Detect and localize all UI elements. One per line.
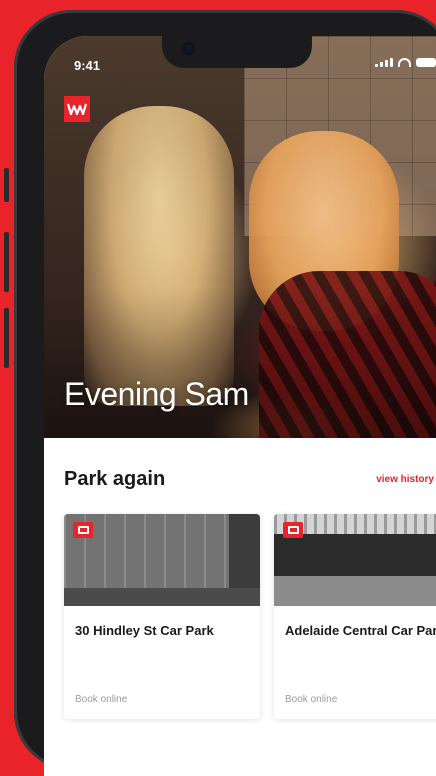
book-online-link[interactable]: Book online (75, 694, 127, 705)
car-park-photo (64, 514, 260, 606)
car-park-card[interactable]: 30 Hindley St Car Park Book online (64, 514, 260, 719)
parking-icon (73, 522, 93, 538)
signal-icon (375, 58, 393, 67)
status-time: 9:41 (74, 58, 101, 73)
view-history-link[interactable]: view history (376, 474, 434, 485)
logo-mark-icon (67, 103, 87, 116)
park-again-carousel[interactable]: 30 Hindley St Car Park Book online Adela… (64, 514, 436, 719)
side-button-volume-down (4, 308, 9, 368)
parking-icon (283, 522, 303, 538)
car-park-name: Adelaide Central Car Park (285, 623, 436, 638)
notch (162, 36, 312, 68)
side-button-volume-up (4, 232, 9, 292)
hero-shade (44, 288, 436, 438)
hero-image: 9:41 Evening Sam (44, 36, 436, 438)
car-park-card[interactable]: Adelaide Central Car Park Book online (274, 514, 436, 719)
status-icons (375, 58, 436, 67)
side-button-mute (4, 168, 9, 202)
app-screen: 9:41 Evening Sam Park again view history (44, 36, 436, 776)
wilson-parking-logo[interactable] (64, 96, 90, 122)
battery-icon (416, 58, 436, 67)
wifi-icon (398, 58, 411, 67)
greeting-title: Evening Sam (64, 376, 249, 412)
phone-frame: 9:41 Evening Sam Park again view history (4, 10, 436, 776)
book-online-link[interactable]: Book online (285, 694, 337, 705)
car-park-name: 30 Hindley St Car Park (75, 623, 214, 638)
park-again-header: Park again view history (64, 468, 434, 491)
park-again-title: Park again (64, 468, 166, 490)
camera-icon (184, 44, 193, 53)
